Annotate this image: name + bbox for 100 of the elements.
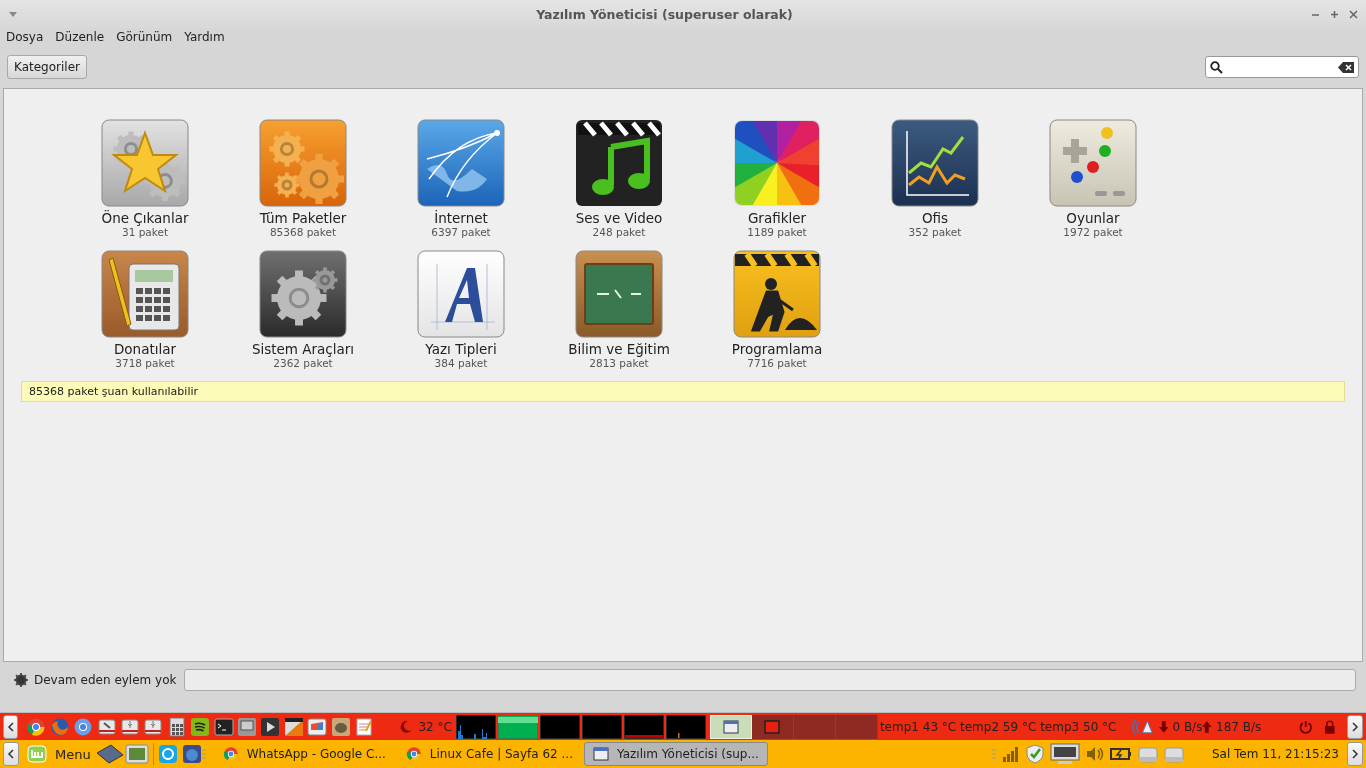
package-count: 7716 paket <box>747 357 807 369</box>
window-icon <box>593 747 609 761</box>
scroll-left-button[interactable] <box>3 742 19 766</box>
package-count: 352 paket <box>908 226 962 238</box>
category-label[interactable]: Ses ve Video <box>575 210 663 226</box>
window-icon <box>764 719 781 734</box>
package-count: 2362 paket <box>273 357 333 369</box>
usage-graph <box>623 714 664 739</box>
clear-icon <box>1338 61 1354 73</box>
menu-item[interactable]: Yardım <box>184 30 225 44</box>
window-menu-icon <box>8 9 18 19</box>
sensor-readings: temp1 43 °C temp2 59 °C temp3 50 °C <box>879 719 1117 734</box>
clock[interactable]: Sal Tem 11, 21:15:23 <box>1211 747 1339 761</box>
window-icon <box>722 719 739 734</box>
usage-graph <box>455 714 496 739</box>
speaker-waves-icon[interactable] <box>190 716 211 737</box>
globe-icon[interactable] <box>181 744 202 764</box>
drag-handle-icon <box>201 749 206 759</box>
window-title: Yazılım Yöneticisi (superuser olarak) <box>535 6 794 22</box>
menu-item[interactable]: Görünüm <box>116 30 173 44</box>
category-label[interactable]: Sistem Araçları <box>251 341 355 357</box>
scroll-right-button[interactable] <box>1347 742 1363 766</box>
chalkboard-icon <box>575 250 663 338</box>
usb-drive-icon[interactable] <box>120 716 141 737</box>
category-label[interactable]: Oyunlar <box>1066 210 1120 226</box>
drag-handle-icon <box>991 749 996 759</box>
package-count: 248 paket <box>592 226 646 238</box>
download-arrow-icon <box>1158 720 1169 733</box>
globe-icon <box>417 119 505 207</box>
browser-icon <box>222 746 239 762</box>
browser-icon[interactable] <box>73 716 94 737</box>
package-count: 1972 paket <box>1063 226 1123 238</box>
terminal-icon[interactable] <box>213 716 234 737</box>
package-count: 1189 paket <box>747 226 807 238</box>
usb-drive-icon[interactable] <box>143 716 164 737</box>
taskbar-window-button[interactable]: WhatsApp - Google C... <box>213 742 395 766</box>
category-label[interactable]: Yazı Tipleri <box>425 341 497 357</box>
info-bar: 85368 paket şuan kullanılabilir <box>21 381 1345 402</box>
power-icon[interactable] <box>1299 719 1313 734</box>
battery-icon[interactable] <box>1109 747 1132 761</box>
categories-button[interactable]: Kategoriler <box>7 55 87 79</box>
search-field[interactable] <box>1205 56 1359 78</box>
upload-speed: 187 B/s <box>1216 719 1262 734</box>
package-count: 2813 paket <box>589 357 649 369</box>
screen-icon[interactable] <box>124 744 149 764</box>
color-wheel-icon <box>733 119 821 207</box>
disk-chart-icon[interactable] <box>307 716 328 737</box>
category-label[interactable]: Öne Çıkanlar <box>101 210 189 226</box>
category-label[interactable]: İnternet <box>434 210 488 226</box>
package-count: 3718 paket <box>115 357 175 369</box>
upload-arrow-icon <box>1202 720 1213 733</box>
gear-icon <box>259 250 347 338</box>
gears-icon <box>259 119 347 207</box>
line-chart-icon <box>891 119 979 207</box>
leaf-logo-icon <box>27 744 47 764</box>
scroll-left-button[interactable] <box>3 714 19 739</box>
notepad-icon[interactable] <box>353 716 374 737</box>
category-label[interactable]: Bilim ve Eğitim <box>568 341 670 357</box>
status-text: Devam eden eylem yok <box>34 673 177 687</box>
search-icon <box>1210 60 1223 74</box>
play-icon[interactable] <box>260 716 281 737</box>
temperature-reading: 32 °C <box>418 719 452 734</box>
category-label[interactable]: Ofis <box>921 210 949 226</box>
category-label[interactable]: Donatılar <box>113 341 177 357</box>
package-count: 6397 paket <box>431 226 491 238</box>
volume-icon[interactable] <box>1085 746 1104 762</box>
lock-icon[interactable] <box>1324 719 1336 734</box>
menu-item[interactable]: Düzenle <box>55 30 105 44</box>
category-label[interactable]: Grafikler <box>747 210 807 226</box>
usage-graph <box>497 714 538 739</box>
close-icon[interactable] <box>1349 9 1358 19</box>
package-count: 384 paket <box>434 357 488 369</box>
gamepad-icon <box>1049 119 1137 207</box>
monitor-icon[interactable] <box>1049 743 1080 765</box>
chip-icon[interactable] <box>94 743 125 765</box>
chat-bubble-icon[interactable] <box>157 744 178 764</box>
menu-item[interactable]: Dosya <box>6 30 44 44</box>
browser-icon <box>405 746 422 762</box>
typography-icon <box>417 250 505 338</box>
clapperboard-icon[interactable] <box>283 716 304 737</box>
construction-icon <box>733 250 821 338</box>
calculator-icon[interactable] <box>166 716 187 737</box>
usage-graph <box>665 714 706 739</box>
taskbar-window-button[interactable]: Yazılım Yöneticisi (sup... <box>584 742 768 766</box>
taskbar-window-button[interactable]: Linux Cafe | Sayfa 62 ... <box>396 742 582 766</box>
gear-icon <box>12 671 30 689</box>
signal-icon[interactable] <box>1001 746 1020 762</box>
drive-tools-icon[interactable] <box>96 716 117 737</box>
music-note-icon <box>575 119 663 207</box>
calculator-icon <box>101 250 189 338</box>
maximize-icon[interactable] <box>1330 9 1339 19</box>
browser-icon[interactable] <box>26 716 47 737</box>
scroll-right-button[interactable] <box>1347 714 1363 739</box>
category-label[interactable]: Tüm Paketler <box>259 210 347 226</box>
category-label[interactable]: Programlama <box>731 341 823 357</box>
package-count: 31 paket <box>121 226 169 238</box>
menu-button[interactable]: Menu <box>21 744 95 764</box>
moon-icon <box>398 719 413 734</box>
shield-check-icon[interactable] <box>1025 744 1044 764</box>
fox-browser-icon[interactable] <box>49 716 70 737</box>
